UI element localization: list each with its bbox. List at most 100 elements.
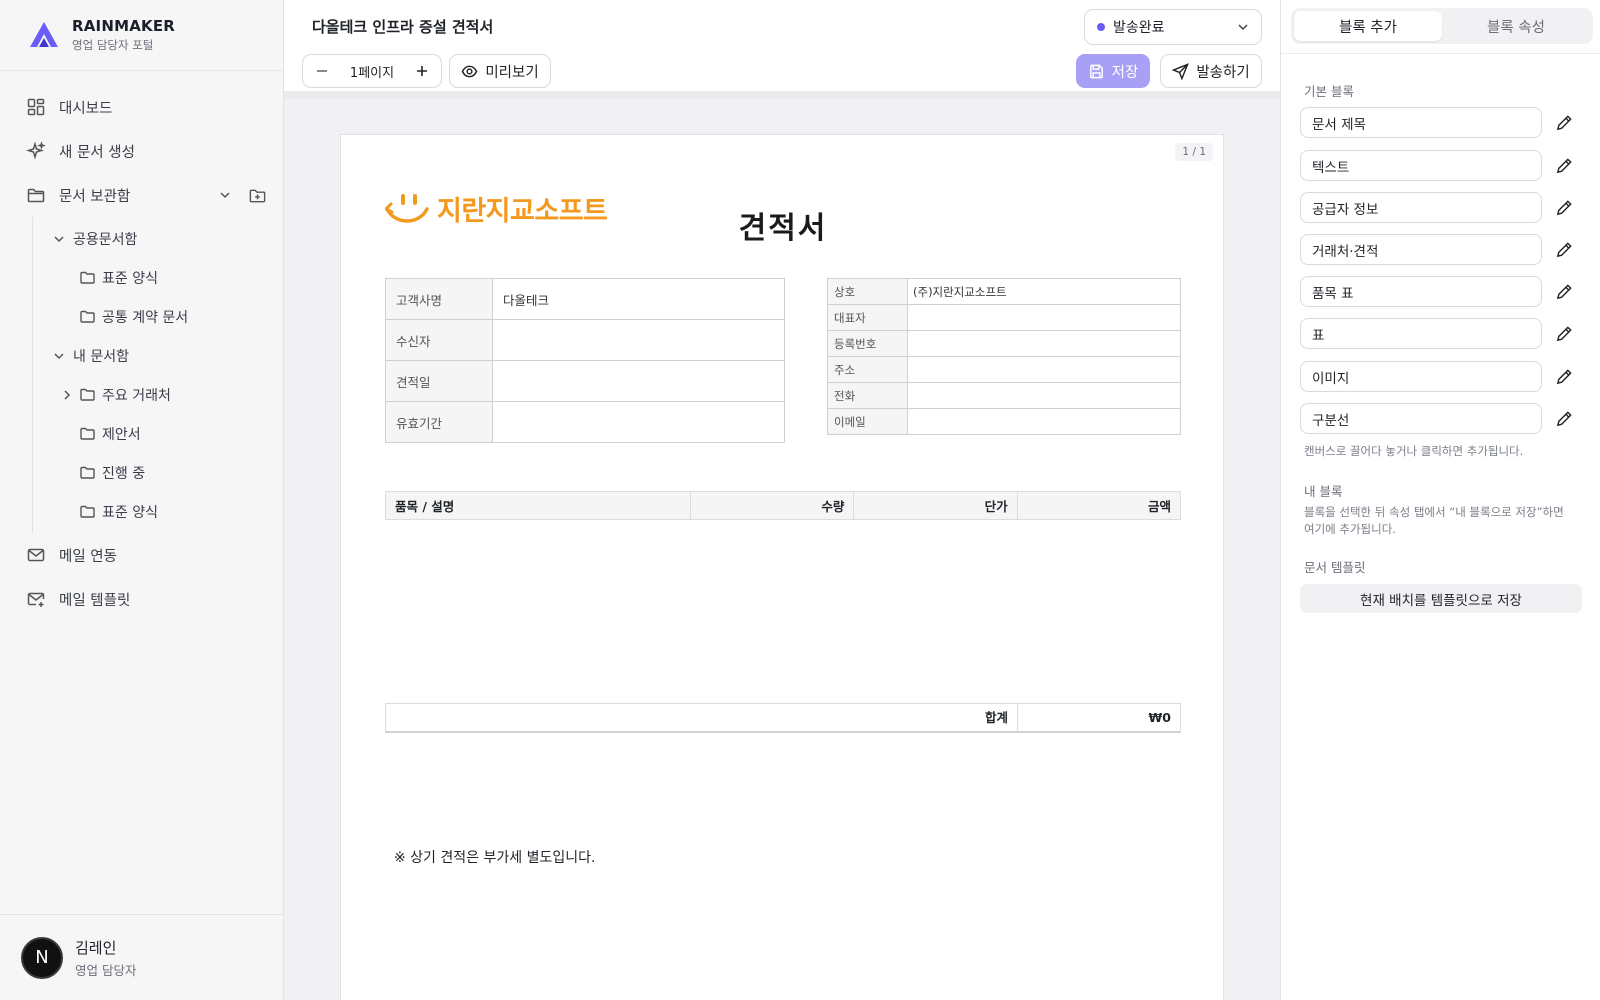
total-row[interactable]: 합계 ₩0 xyxy=(385,703,1181,733)
tree-folder-shared[interactable]: 공용문서함 xyxy=(33,219,283,258)
editor-main: 다올테크 인프라 증설 견적서 발송완료 1페이지 미리보기 저장 발송하기 1… xyxy=(284,0,1280,1000)
tree-item-label: 표준 양식 xyxy=(102,504,158,521)
user-role: 영업 담당자 xyxy=(75,962,137,978)
save-button[interactable]: 저장 xyxy=(1076,54,1150,88)
sidebar-item-new-document[interactable]: 새 문서 생성 xyxy=(0,129,283,173)
block-row: 품목 표 xyxy=(1300,276,1575,307)
canvas[interactable]: 1 / 1 지란지교소프트 견적서 고객사명 다올테크 수신자 견적일 유효기간… xyxy=(284,98,1280,1000)
plus-icon[interactable] xyxy=(413,62,431,80)
tree-item-key-clients[interactable]: 주요 거래처 xyxy=(33,375,283,414)
line-items-table[interactable]: 품목 / 설명 수량 단가 금액 xyxy=(385,491,1182,520)
tree-item-common-contracts[interactable]: 공통 계약 문서 xyxy=(33,297,283,336)
eye-icon xyxy=(461,65,478,77)
tree-folder-label: 공용문서함 xyxy=(73,231,138,248)
sidebar-item-label: 대시보드 xyxy=(59,100,113,117)
chevron-down-icon[interactable] xyxy=(218,188,232,202)
document-heading[interactable]: 견적서 xyxy=(341,203,1225,247)
supplier-value[interactable] xyxy=(907,356,1181,383)
table-row: 고객사명 다올테크 xyxy=(385,278,785,320)
supplier-value[interactable] xyxy=(907,408,1181,435)
block-text[interactable]: 텍스트 xyxy=(1300,150,1542,181)
block-supplier-info[interactable]: 공급자 정보 xyxy=(1300,192,1542,223)
folder-icon xyxy=(79,386,96,403)
sidebar-item-label: 메일 템플릿 xyxy=(59,592,131,609)
sidebar-item-archive[interactable]: 문서 보관함 xyxy=(0,173,283,217)
table-row: 상호 (주)지란지교소프트 xyxy=(827,278,1181,305)
status-select[interactable]: 발송완료 xyxy=(1084,9,1262,45)
pencil-icon[interactable] xyxy=(1553,366,1575,388)
customer-info-table[interactable]: 고객사명 다올테크 수신자 견적일 유효기간 xyxy=(385,278,785,443)
folder-icon xyxy=(79,464,96,481)
supplier-key: 이메일 xyxy=(827,408,908,435)
tree-item-proposals[interactable]: 제안서 xyxy=(33,414,283,453)
supplier-value[interactable] xyxy=(907,304,1181,331)
customer-value[interactable] xyxy=(492,319,785,361)
block-table[interactable]: 표 xyxy=(1300,318,1542,349)
customer-value[interactable] xyxy=(492,360,785,402)
block-image[interactable]: 이미지 xyxy=(1300,361,1542,392)
pencil-icon[interactable] xyxy=(1553,408,1575,430)
sidebar-item-dashboard[interactable]: 대시보드 xyxy=(0,85,283,129)
pencil-icon[interactable] xyxy=(1553,112,1575,134)
chevron-down-icon[interactable] xyxy=(51,348,67,364)
chevron-down-icon[interactable] xyxy=(51,231,67,247)
sidebar-item-mail-integration[interactable]: 메일 연동 xyxy=(0,533,283,577)
supplier-info-table[interactable]: 상호 (주)지란지교소프트 대표자 등록번호 주소 전화 이메일 xyxy=(827,278,1181,435)
pencil-icon[interactable] xyxy=(1553,155,1575,177)
sidebar-item-mail-templates[interactable]: 메일 템플릿 xyxy=(0,577,283,621)
document-page[interactable]: 1 / 1 지란지교소프트 견적서 고객사명 다올테크 수신자 견적일 유효기간… xyxy=(340,134,1224,1000)
pencil-icon[interactable] xyxy=(1553,281,1575,303)
pencil-icon[interactable] xyxy=(1553,197,1575,219)
block-row: 표 xyxy=(1300,318,1575,349)
tree-folder-mine[interactable]: 내 문서함 xyxy=(33,336,283,375)
supplier-value[interactable] xyxy=(907,382,1181,409)
supplier-key: 주소 xyxy=(827,356,908,383)
minus-icon[interactable] xyxy=(313,62,331,80)
panel-tabs: 블록 추가 블록 속성 xyxy=(1291,8,1593,44)
brand[interactable]: RAINMAKER 영업 담당자 포털 xyxy=(0,0,283,71)
pencil-icon[interactable] xyxy=(1553,239,1575,261)
customer-value[interactable]: 다올테크 xyxy=(492,278,785,320)
supplier-value[interactable] xyxy=(907,330,1181,357)
sidebar: RAINMAKER 영업 담당자 포털 대시보드 새 문서 생성 문서 보관함 … xyxy=(0,0,284,1000)
customer-value[interactable] xyxy=(492,401,785,443)
new-folder-icon[interactable] xyxy=(248,186,267,205)
basic-blocks-label: 기본 블록 xyxy=(1304,84,1354,99)
tree-item-standard-forms-mine[interactable]: 표준 양식 xyxy=(33,492,283,531)
rainmaker-logo-icon xyxy=(30,22,58,47)
column-header-item: 품목 / 설명 xyxy=(385,491,691,520)
block-row: 이미지 xyxy=(1300,361,1575,392)
tree-item-standard-forms[interactable]: 표준 양식 xyxy=(33,258,283,297)
sidebar-item-label: 문서 보관함 xyxy=(59,188,131,205)
tab-add-block[interactable]: 블록 추가 xyxy=(1294,11,1442,41)
pencil-icon[interactable] xyxy=(1553,323,1575,345)
block-doc-title[interactable]: 문서 제목 xyxy=(1300,107,1542,138)
block-client-quote[interactable]: 거래처·견적 xyxy=(1300,234,1542,265)
document-title[interactable]: 다올테크 인프라 증설 견적서 xyxy=(312,16,493,37)
total-label: 합계 xyxy=(386,704,1018,731)
horizontal-scrollbar[interactable] xyxy=(284,91,1280,97)
send-button[interactable]: 발송하기 xyxy=(1160,54,1262,88)
user-profile[interactable]: N 김레인 영업 담당자 xyxy=(0,914,283,1000)
block-divider[interactable]: 구분선 xyxy=(1300,403,1542,434)
block-row: 문서 제목 xyxy=(1300,107,1575,138)
tree-item-in-progress[interactable]: 진행 중 xyxy=(33,453,283,492)
templates-label: 문서 템플릿 xyxy=(1304,560,1366,575)
save-icon xyxy=(1089,64,1103,78)
block-items-table[interactable]: 품목 표 xyxy=(1300,276,1542,307)
tab-block-properties[interactable]: 블록 속성 xyxy=(1442,11,1590,41)
table-row: 유효기간 xyxy=(385,401,785,443)
total-value: ₩0 xyxy=(1148,710,1172,725)
save-as-template-button[interactable]: 현재 배치를 템플릿으로 저장 xyxy=(1300,584,1582,613)
status-dot xyxy=(1097,23,1105,31)
table-row: 이메일 xyxy=(827,408,1181,435)
supplier-key: 전화 xyxy=(827,382,908,409)
preview-button[interactable]: 미리보기 xyxy=(449,54,551,88)
avatar: N xyxy=(21,936,63,979)
footnote-text[interactable]: ※ 상기 견적은 부가세 별도입니다. xyxy=(394,847,595,867)
chevron-right-icon[interactable] xyxy=(59,387,75,403)
supplier-value[interactable]: (주)지란지교소프트 xyxy=(907,278,1181,305)
folder-icon xyxy=(79,308,96,325)
block-row: 공급자 정보 xyxy=(1300,192,1575,223)
table-row: 전화 xyxy=(827,382,1181,409)
